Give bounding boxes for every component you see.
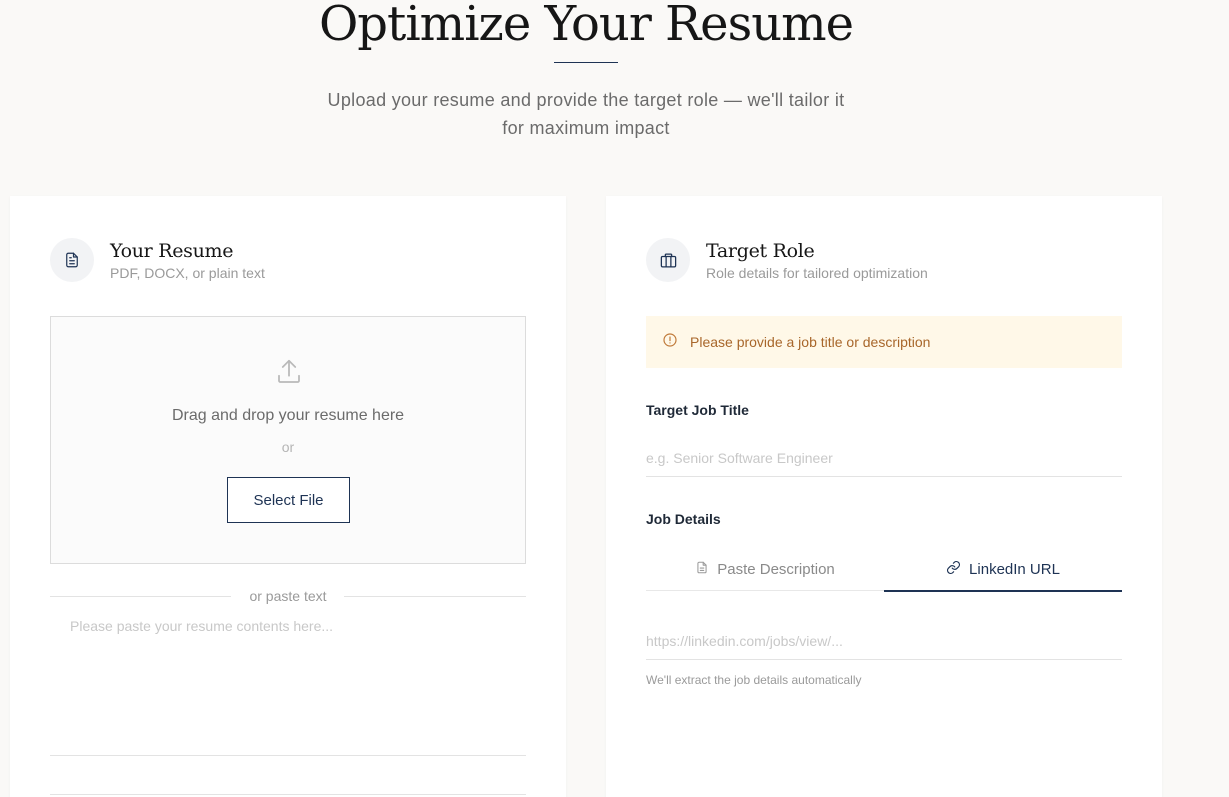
resume-card: Your Resume PDF, DOCX, or plain text Dra… (10, 196, 566, 797)
tab-linkedin-url[interactable]: LinkedIn URL (884, 548, 1122, 592)
page-subtitle-line-1: Upload your resume and provide the targe… (327, 90, 845, 110)
page-subtitle-line-2: for maximum impact (502, 118, 670, 138)
resume-paste-textarea[interactable] (50, 614, 526, 756)
title-underline (554, 62, 618, 63)
tab-paste-description[interactable]: Paste Description (646, 548, 884, 591)
page-subtitle: Upload your resume and provide the targe… (300, 86, 872, 142)
target-role-card-subtitle: Role details for tailored optimization (706, 265, 928, 281)
tab-linkedin-url-label: LinkedIn URL (969, 561, 1060, 578)
resume-card-subtitle: PDF, DOCX, or plain text (110, 265, 265, 281)
document-icon (50, 238, 94, 282)
briefcase-icon (646, 238, 690, 282)
page-title: Optimize Your Resume (318, 0, 854, 52)
dropzone-or: or (281, 439, 295, 455)
job-details-label: Job Details (646, 511, 721, 527)
tab-paste-description-label: Paste Description (717, 561, 835, 578)
link-icon (946, 560, 961, 579)
file-text-icon (695, 560, 709, 579)
resume-card-header: Your Resume PDF, DOCX, or plain text (50, 238, 265, 282)
upload-icon (274, 357, 304, 392)
select-file-button[interactable]: Select File (227, 477, 350, 523)
job-title-input[interactable] (646, 440, 1122, 477)
target-role-card: Target Role Role details for tailored op… (606, 196, 1162, 797)
target-role-card-header: Target Role Role details for tailored op… (646, 238, 928, 282)
or-paste-divider: or paste text (50, 588, 526, 606)
url-helper-text: We'll extract the job details automatica… (646, 673, 862, 687)
alert-text: Please provide a job title or descriptio… (690, 334, 931, 350)
validation-alert: Please provide a job title or descriptio… (646, 316, 1122, 368)
job-details-tabs: Paste Description LinkedIn URL (646, 548, 1122, 592)
job-title-label: Target Job Title (646, 402, 749, 418)
resume-card-title: Your Resume (110, 240, 234, 262)
dropzone-text: Drag and drop your resume here (171, 407, 405, 424)
target-role-card-title: Target Role (706, 240, 815, 262)
linkedin-url-input[interactable] (646, 622, 1122, 660)
resume-dropzone[interactable]: Drag and drop your resume here or Select… (50, 316, 526, 564)
divider (50, 794, 526, 795)
alert-circle-icon (662, 332, 678, 353)
page: Optimize Your Resume Upload your resume … (0, 0, 1229, 797)
